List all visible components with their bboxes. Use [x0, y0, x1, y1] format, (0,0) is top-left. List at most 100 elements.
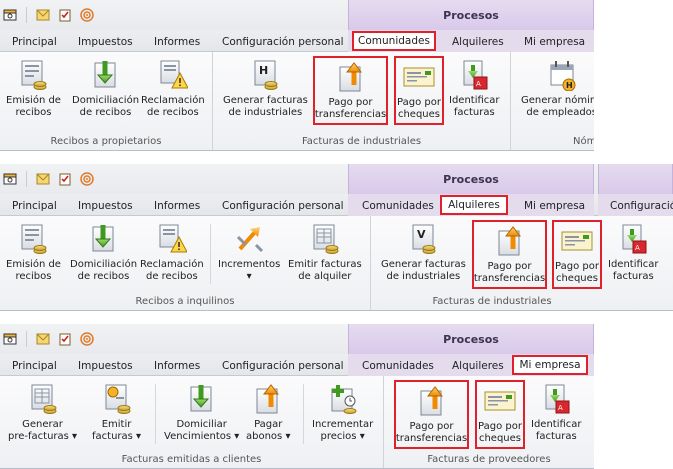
- context-header-procesos: Procesos: [348, 0, 594, 30]
- group-label: Facturas de industriales: [432, 296, 552, 307]
- cheque-icon: [560, 224, 594, 258]
- tab-principal[interactable]: Principal: [12, 33, 57, 51]
- download-document-icon: [89, 58, 123, 92]
- tab-comunidades[interactable]: Comunidades: [352, 31, 436, 51]
- group-label: Nómi: [573, 136, 594, 147]
- tab-mi-empresa[interactable]: Mi empresa: [512, 355, 588, 375]
- add-price-icon: [326, 382, 360, 416]
- pago-cheques-button[interactable]: Pago por cheques: [552, 220, 602, 289]
- mail-icon[interactable]: [35, 171, 51, 187]
- identificar-facturas-button[interactable]: A Identificar facturas: [449, 58, 500, 119]
- pago-cheques-button[interactable]: Pago por cheques: [394, 56, 444, 125]
- pago-transferencias-button[interactable]: Pago por transferencias: [313, 56, 388, 125]
- rss-icon[interactable]: [79, 171, 95, 187]
- pago-transferencias-label: Pago por transferencias: [314, 97, 387, 120]
- tab-impuestos[interactable]: Impuestos: [78, 33, 133, 51]
- svg-text:A: A: [558, 404, 563, 412]
- emitir-facturas-label: Emitir facturas de alquiler: [288, 259, 362, 282]
- quick-access-toolbar: [0, 164, 95, 194]
- clipboard-check-icon[interactable]: [57, 331, 73, 347]
- tab-configuracion-personal[interactable]: Configuración personal: [222, 197, 344, 215]
- cheque-icon: [402, 60, 436, 94]
- toolbar-separator: [26, 7, 27, 23]
- domiciliacion-recibos-label: Domiciliación de recibos: [70, 259, 138, 282]
- tab-configuracion-personal[interactable]: Configuración personal: [222, 357, 344, 375]
- clipboard-check-icon[interactable]: [57, 171, 73, 187]
- mail-icon[interactable]: [35, 331, 51, 347]
- tab-impuestos[interactable]: Impuestos: [78, 197, 133, 215]
- identificar-facturas-button[interactable]: A Identificar facturas: [531, 382, 582, 443]
- tab-mi-empresa[interactable]: Mi empresa: [524, 197, 585, 215]
- tab-alquileres[interactable]: Alquileres: [440, 195, 508, 215]
- generar-facturas-label: Generar facturas de industriales: [223, 95, 308, 118]
- emitir-facturas-button[interactable]: Emitir facturas ▾: [92, 382, 141, 443]
- pagar-abonos-button[interactable]: Pagar abonos ▾: [246, 382, 290, 443]
- context-title: Procesos: [443, 172, 499, 186]
- domiciliacion-recibos-label: Domiciliación de recibos: [72, 95, 140, 118]
- generar-facturas-industriales-button[interactable]: H Generar facturas de industriales: [223, 58, 308, 119]
- tab-configuracion[interactable]: Configuració: [610, 197, 673, 215]
- context-title: Procesos: [443, 8, 499, 22]
- pago-cheques-label: Pago por cheques: [397, 97, 441, 120]
- pago-transferencias-button[interactable]: Pago por transferencias: [472, 220, 547, 289]
- identificar-facturas-button[interactable]: A Identificar facturas: [608, 222, 659, 283]
- tab-mi-empresa[interactable]: Mi empresa: [524, 33, 585, 51]
- tab-informes[interactable]: Informes: [154, 197, 200, 215]
- context-header-procesos: Procesos: [348, 324, 594, 354]
- tab-informes[interactable]: Informes: [154, 357, 200, 375]
- app-icon[interactable]: [2, 7, 18, 23]
- domiciliacion-recibos-button[interactable]: Domiciliación de recibos: [72, 58, 139, 119]
- pago-transferencias-button[interactable]: Pago por transferencias: [394, 380, 469, 449]
- generar-facturas-industriales-button[interactable]: V Generar facturas de industriales: [381, 222, 466, 283]
- svg-text:A: A: [476, 80, 481, 88]
- emitir-facturas-alquiler-button[interactable]: Emitir facturas de alquiler: [288, 222, 362, 283]
- tab-informes[interactable]: Informes: [154, 33, 200, 51]
- tab-impuestos[interactable]: Impuestos: [78, 357, 133, 375]
- group-recibos-propietarios: Emisión de recibos Domiciliación de reci…: [0, 52, 213, 150]
- incrementar-precios-button[interactable]: Incrementar precios ▾: [312, 382, 373, 443]
- group-nominas: H Generar nómina de empleados Nómi: [511, 52, 594, 150]
- invoice-badge-icon: [100, 382, 134, 416]
- pdf-document-icon: A: [539, 382, 573, 416]
- ribbon-content: Emisión de recibos Domiciliación de reci…: [0, 216, 673, 310]
- mail-icon[interactable]: [35, 7, 51, 23]
- tab-principal[interactable]: Principal: [12, 357, 57, 375]
- rss-icon[interactable]: [79, 7, 95, 23]
- domiciliacion-recibos-button[interactable]: Domiciliación de recibos: [70, 222, 137, 283]
- group-separator: [210, 224, 211, 284]
- transfer-upload-icon: [415, 384, 449, 418]
- incrementos-dropdown-button[interactable]: Incrementos ▾: [218, 222, 280, 283]
- emision-recibos-button[interactable]: Emisión de recibos: [6, 222, 61, 283]
- reclamacion-recibos-label: Reclamación de recibos: [141, 95, 205, 118]
- clipboard-check-icon[interactable]: [57, 7, 73, 23]
- rss-icon[interactable]: [79, 331, 95, 347]
- tab-comunidades[interactable]: Comunidades: [362, 197, 434, 215]
- tab-alquileres[interactable]: Alquileres: [452, 357, 504, 375]
- generar-prefacturas-button[interactable]: Generar pre-facturas ▾: [8, 382, 77, 443]
- tab-alquileres[interactable]: Alquileres: [452, 33, 504, 51]
- app-icon[interactable]: [2, 331, 18, 347]
- generar-nomina-button[interactable]: H Generar nómina de empleados: [521, 58, 594, 119]
- reclamacion-recibos-button[interactable]: Reclamación de recibos: [140, 222, 204, 283]
- warning-document-icon: [155, 222, 189, 256]
- ribbon-tabs: Principal Impuestos Informes Configuraci…: [0, 354, 594, 376]
- reclamacion-recibos-button[interactable]: Reclamación de recibos: [141, 58, 205, 119]
- emision-recibos-button[interactable]: Emisión de recibos: [6, 58, 61, 119]
- tab-configuracion-personal[interactable]: Configuración personal: [222, 33, 344, 51]
- tab-comunidades[interactable]: Comunidades: [362, 357, 434, 375]
- warning-document-icon: [156, 58, 190, 92]
- domiciliar-vencimientos-button[interactable]: Domiciliar Vencimientos ▾: [164, 382, 239, 443]
- ribbon-content: Emisión de recibos Domiciliación de reci…: [0, 52, 594, 150]
- incrementos-label: Incrementos ▾: [218, 259, 281, 282]
- tab-principal[interactable]: Principal: [12, 197, 57, 215]
- pago-cheques-button[interactable]: Pago por cheques: [475, 380, 525, 449]
- cheque-icon: [483, 384, 517, 418]
- emision-recibos-label: Emisión de recibos: [6, 259, 61, 282]
- group-facturas-proveedores: Pago por transferencias Pago por cheques…: [384, 376, 594, 468]
- toolbar-separator: [26, 331, 27, 347]
- app-icon[interactable]: [2, 171, 18, 187]
- svg-text:H: H: [566, 81, 573, 90]
- quick-access-toolbar: [0, 0, 95, 30]
- generar-prefacturas-label: Generar pre-facturas ▾: [8, 419, 78, 442]
- receipt-document-icon: [16, 222, 50, 256]
